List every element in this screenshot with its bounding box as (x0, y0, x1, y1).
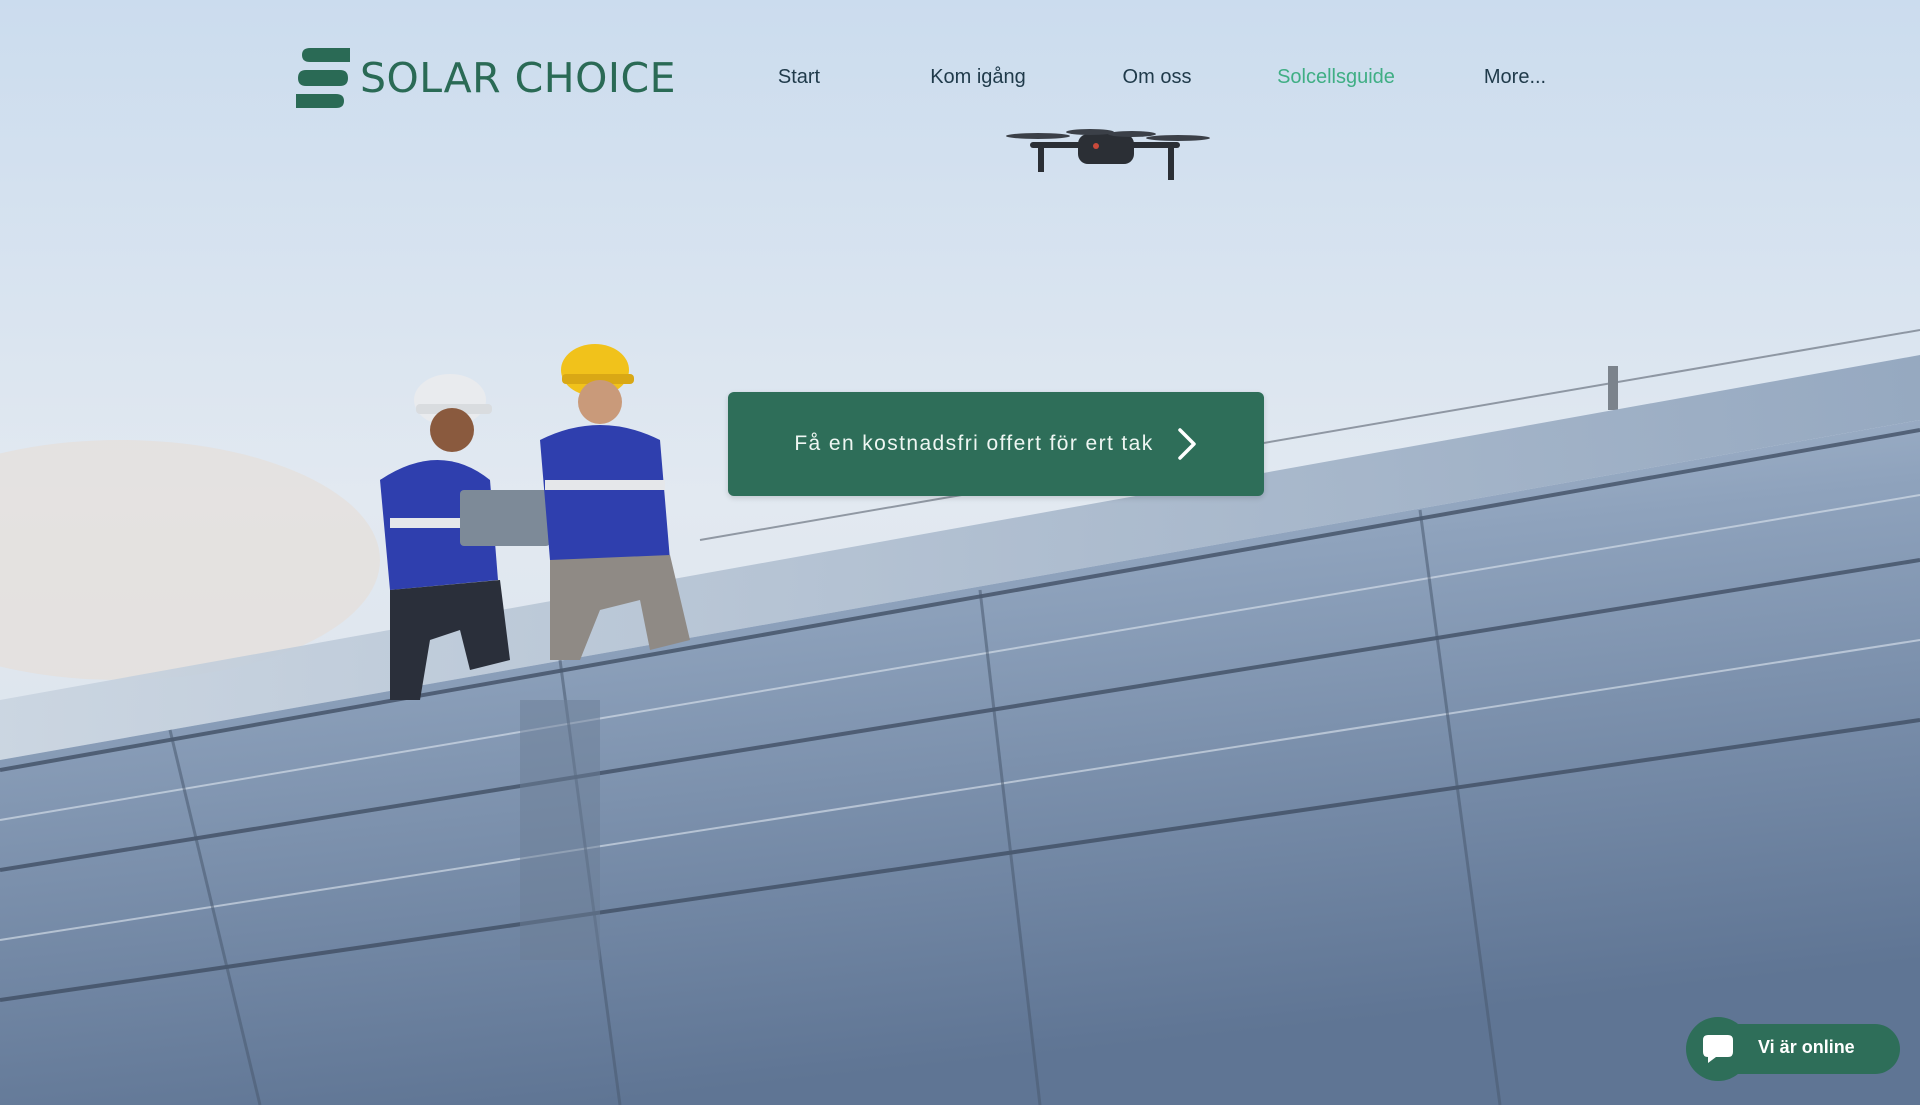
chat-bubble-icon (1703, 1035, 1733, 1063)
get-quote-label: Få en kostnadsfri offert för ert tak (794, 432, 1154, 455)
logo-s-icon (296, 48, 350, 108)
chat-icon-circle (1686, 1017, 1750, 1081)
chat-widget-button[interactable]: Vi är online (1686, 1017, 1900, 1081)
chat-label: Vi är online (1758, 1037, 1855, 1057)
chevron-right-icon (1177, 428, 1196, 460)
nav-item-start[interactable]: Start (778, 66, 820, 89)
site-header: SOLAR CHOICE Start Kom igång Om oss Solc… (0, 0, 1920, 160)
brand-name: SOLAR CHOICE (360, 54, 677, 102)
page: SOLAR CHOICE Start Kom igång Om oss Solc… (0, 0, 1920, 1105)
workers-image (380, 344, 690, 700)
nav-item-solcellsguide[interactable]: Solcellsguide (1277, 66, 1395, 89)
nav-item-more[interactable]: More... (1484, 66, 1546, 89)
nav-item-kom-igang[interactable]: Kom igång (930, 66, 1026, 89)
get-quote-button[interactable]: Få en kostnadsfri offert för ert tak (728, 392, 1264, 496)
hero-background-image (0, 0, 1920, 1105)
nav-item-om-oss[interactable]: Om oss (1123, 66, 1192, 89)
brand-logo[interactable]: SOLAR CHOICE (296, 48, 676, 108)
